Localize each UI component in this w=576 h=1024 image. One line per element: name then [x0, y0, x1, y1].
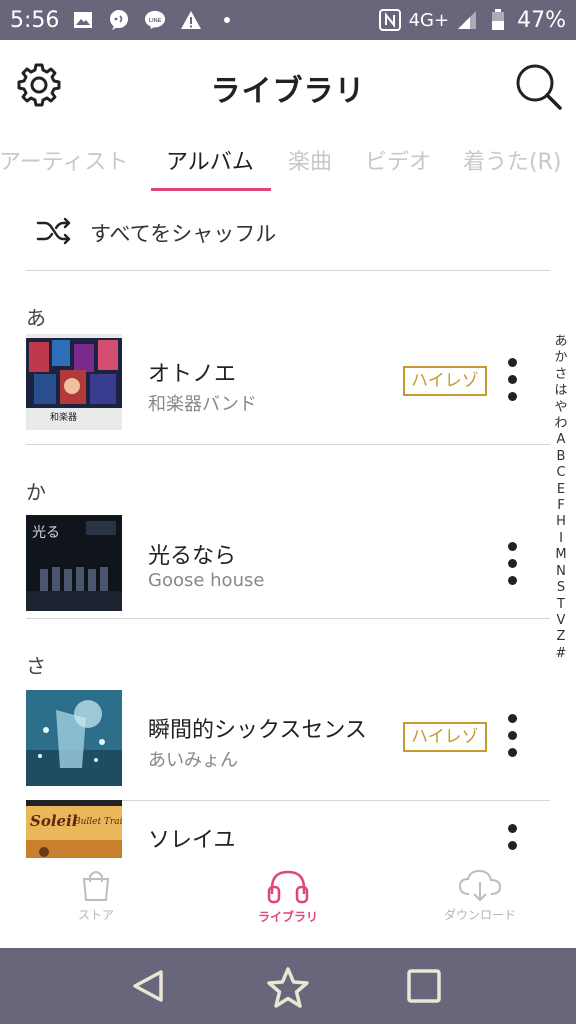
nav-library[interactable]: ライブラリ	[213, 868, 363, 925]
index-letter[interactable]: や	[554, 400, 567, 416]
album-artist: Goose house	[148, 570, 265, 591]
svg-text:Bullet Train: Bullet Train	[73, 817, 122, 827]
index-letter[interactable]: N	[556, 564, 566, 580]
tab-artist[interactable]: アーティスト	[0, 144, 128, 176]
index-letter[interactable]: F	[557, 498, 564, 514]
cloud-download-icon	[405, 868, 555, 902]
shuffle-label: すべてをシャッフル	[90, 222, 277, 246]
network-type: 4G+	[408, 9, 450, 31]
recents-icon[interactable]	[404, 966, 444, 1006]
index-letter[interactable]: さ	[554, 367, 567, 383]
section-header: さ	[26, 654, 46, 678]
page-title: ライブラリ	[210, 74, 366, 109]
index-letter[interactable]: か	[554, 350, 567, 366]
nav-label: ダウンロード	[443, 908, 516, 922]
hi-res-badge: ハイレゾ	[403, 366, 487, 396]
album-row[interactable]: Soleil Bullet Train ソレイユ	[26, 800, 550, 858]
nav-store[interactable]: ストア	[21, 868, 171, 923]
album-artist: 和楽器バンド	[148, 394, 257, 415]
index-letter[interactable]: T	[557, 597, 565, 613]
index-letter[interactable]: C	[556, 465, 565, 481]
index-letter[interactable]: Z	[557, 629, 566, 645]
album-title: 瞬間的シックスセンス	[148, 718, 367, 743]
nfc-icon	[378, 9, 401, 31]
svg-text:Soleil: Soleil	[30, 812, 78, 830]
album-art: Soleil Bullet Train	[26, 800, 122, 858]
shuffle-all-button[interactable]: すべてをシャッフル	[26, 208, 550, 271]
album-art	[26, 690, 122, 786]
album-title: 光るなら	[148, 544, 237, 569]
more-options-icon[interactable]	[502, 714, 522, 762]
back-icon[interactable]	[128, 966, 168, 1006]
headphones-icon	[213, 868, 363, 904]
status-time: 5:56	[10, 7, 60, 33]
album-row[interactable]: 和楽器 オトノエ 和楽器バンド ハイレゾ	[26, 334, 550, 445]
more-options-icon[interactable]	[502, 358, 522, 406]
image-icon	[72, 9, 94, 31]
nav-download[interactable]: ダウンロード	[405, 868, 555, 923]
active-tab-indicator	[151, 188, 271, 191]
warning-icon	[180, 9, 202, 31]
more-options-icon[interactable]	[502, 824, 522, 858]
search-icon[interactable]	[514, 62, 564, 112]
index-scroll-bar[interactable]: あ か さ は や わ A B C E F H I M N S T V Z #	[550, 334, 572, 662]
shopping-bag-icon	[21, 868, 171, 902]
index-letter[interactable]: #	[556, 646, 567, 662]
album-artist: あいみょん	[148, 750, 238, 771]
shuffle-icon	[36, 216, 72, 246]
hi-res-badge: ハイレゾ	[403, 722, 487, 752]
section-header: あ	[26, 306, 46, 330]
battery-percent: 47%	[517, 7, 566, 33]
svg-text:光る: 光る	[32, 525, 60, 541]
index-letter[interactable]: V	[557, 613, 566, 629]
bottom-navigation: ストア ライブラリ ダウンロード	[0, 858, 576, 948]
index-letter[interactable]: H	[556, 514, 566, 530]
tab-album[interactable]: アルバム	[166, 144, 254, 176]
star-icon[interactable]	[266, 966, 309, 1008]
index-letter[interactable]: A	[557, 432, 566, 448]
index-letter[interactable]: は	[554, 383, 567, 399]
battery-icon	[487, 9, 509, 31]
album-title: オトノエ	[148, 362, 237, 387]
album-row[interactable]: 光る 光るなら Goose house	[26, 508, 550, 619]
album-art: 和楽器	[26, 334, 122, 430]
signal-icon	[457, 9, 479, 31]
index-letter[interactable]: S	[557, 580, 565, 596]
nav-label: ストア	[77, 908, 114, 922]
index-letter[interactable]: わ	[554, 416, 567, 432]
tab-ringtone[interactable]: 着うた(R)	[463, 144, 561, 176]
album-art: 光る	[26, 515, 122, 611]
line-icon: LINE	[144, 9, 166, 31]
index-letter[interactable]: I	[559, 531, 563, 547]
index-letter[interactable]: E	[557, 482, 565, 498]
album-title: ソレイユ	[148, 828, 236, 853]
svg-text:和楽器: 和楽器	[50, 411, 77, 423]
tab-songs[interactable]: 楽曲	[288, 144, 332, 176]
nav-label: ライブラリ	[257, 910, 318, 924]
app-header: ライブラリ	[0, 40, 576, 130]
svg-text:LINE: LINE	[149, 18, 162, 24]
index-letter[interactable]: あ	[554, 334, 567, 350]
index-letter[interactable]: M	[555, 547, 566, 563]
section-header: か	[26, 480, 46, 504]
album-row[interactable]: 瞬間的シックスセンス あいみょん ハイレゾ	[26, 690, 550, 801]
message-icon	[108, 9, 130, 31]
more-options-icon[interactable]	[502, 542, 522, 590]
system-navigation-bar	[0, 948, 576, 1024]
tab-bar: アーティスト アルバム 楽曲 ビデオ 着うた(R)	[0, 130, 576, 192]
index-letter[interactable]: B	[557, 449, 566, 465]
tab-video[interactable]: ビデオ	[365, 144, 431, 176]
status-bar: 5:56 LINE 4G+ 47%	[0, 0, 576, 40]
dot-icon	[216, 9, 238, 31]
